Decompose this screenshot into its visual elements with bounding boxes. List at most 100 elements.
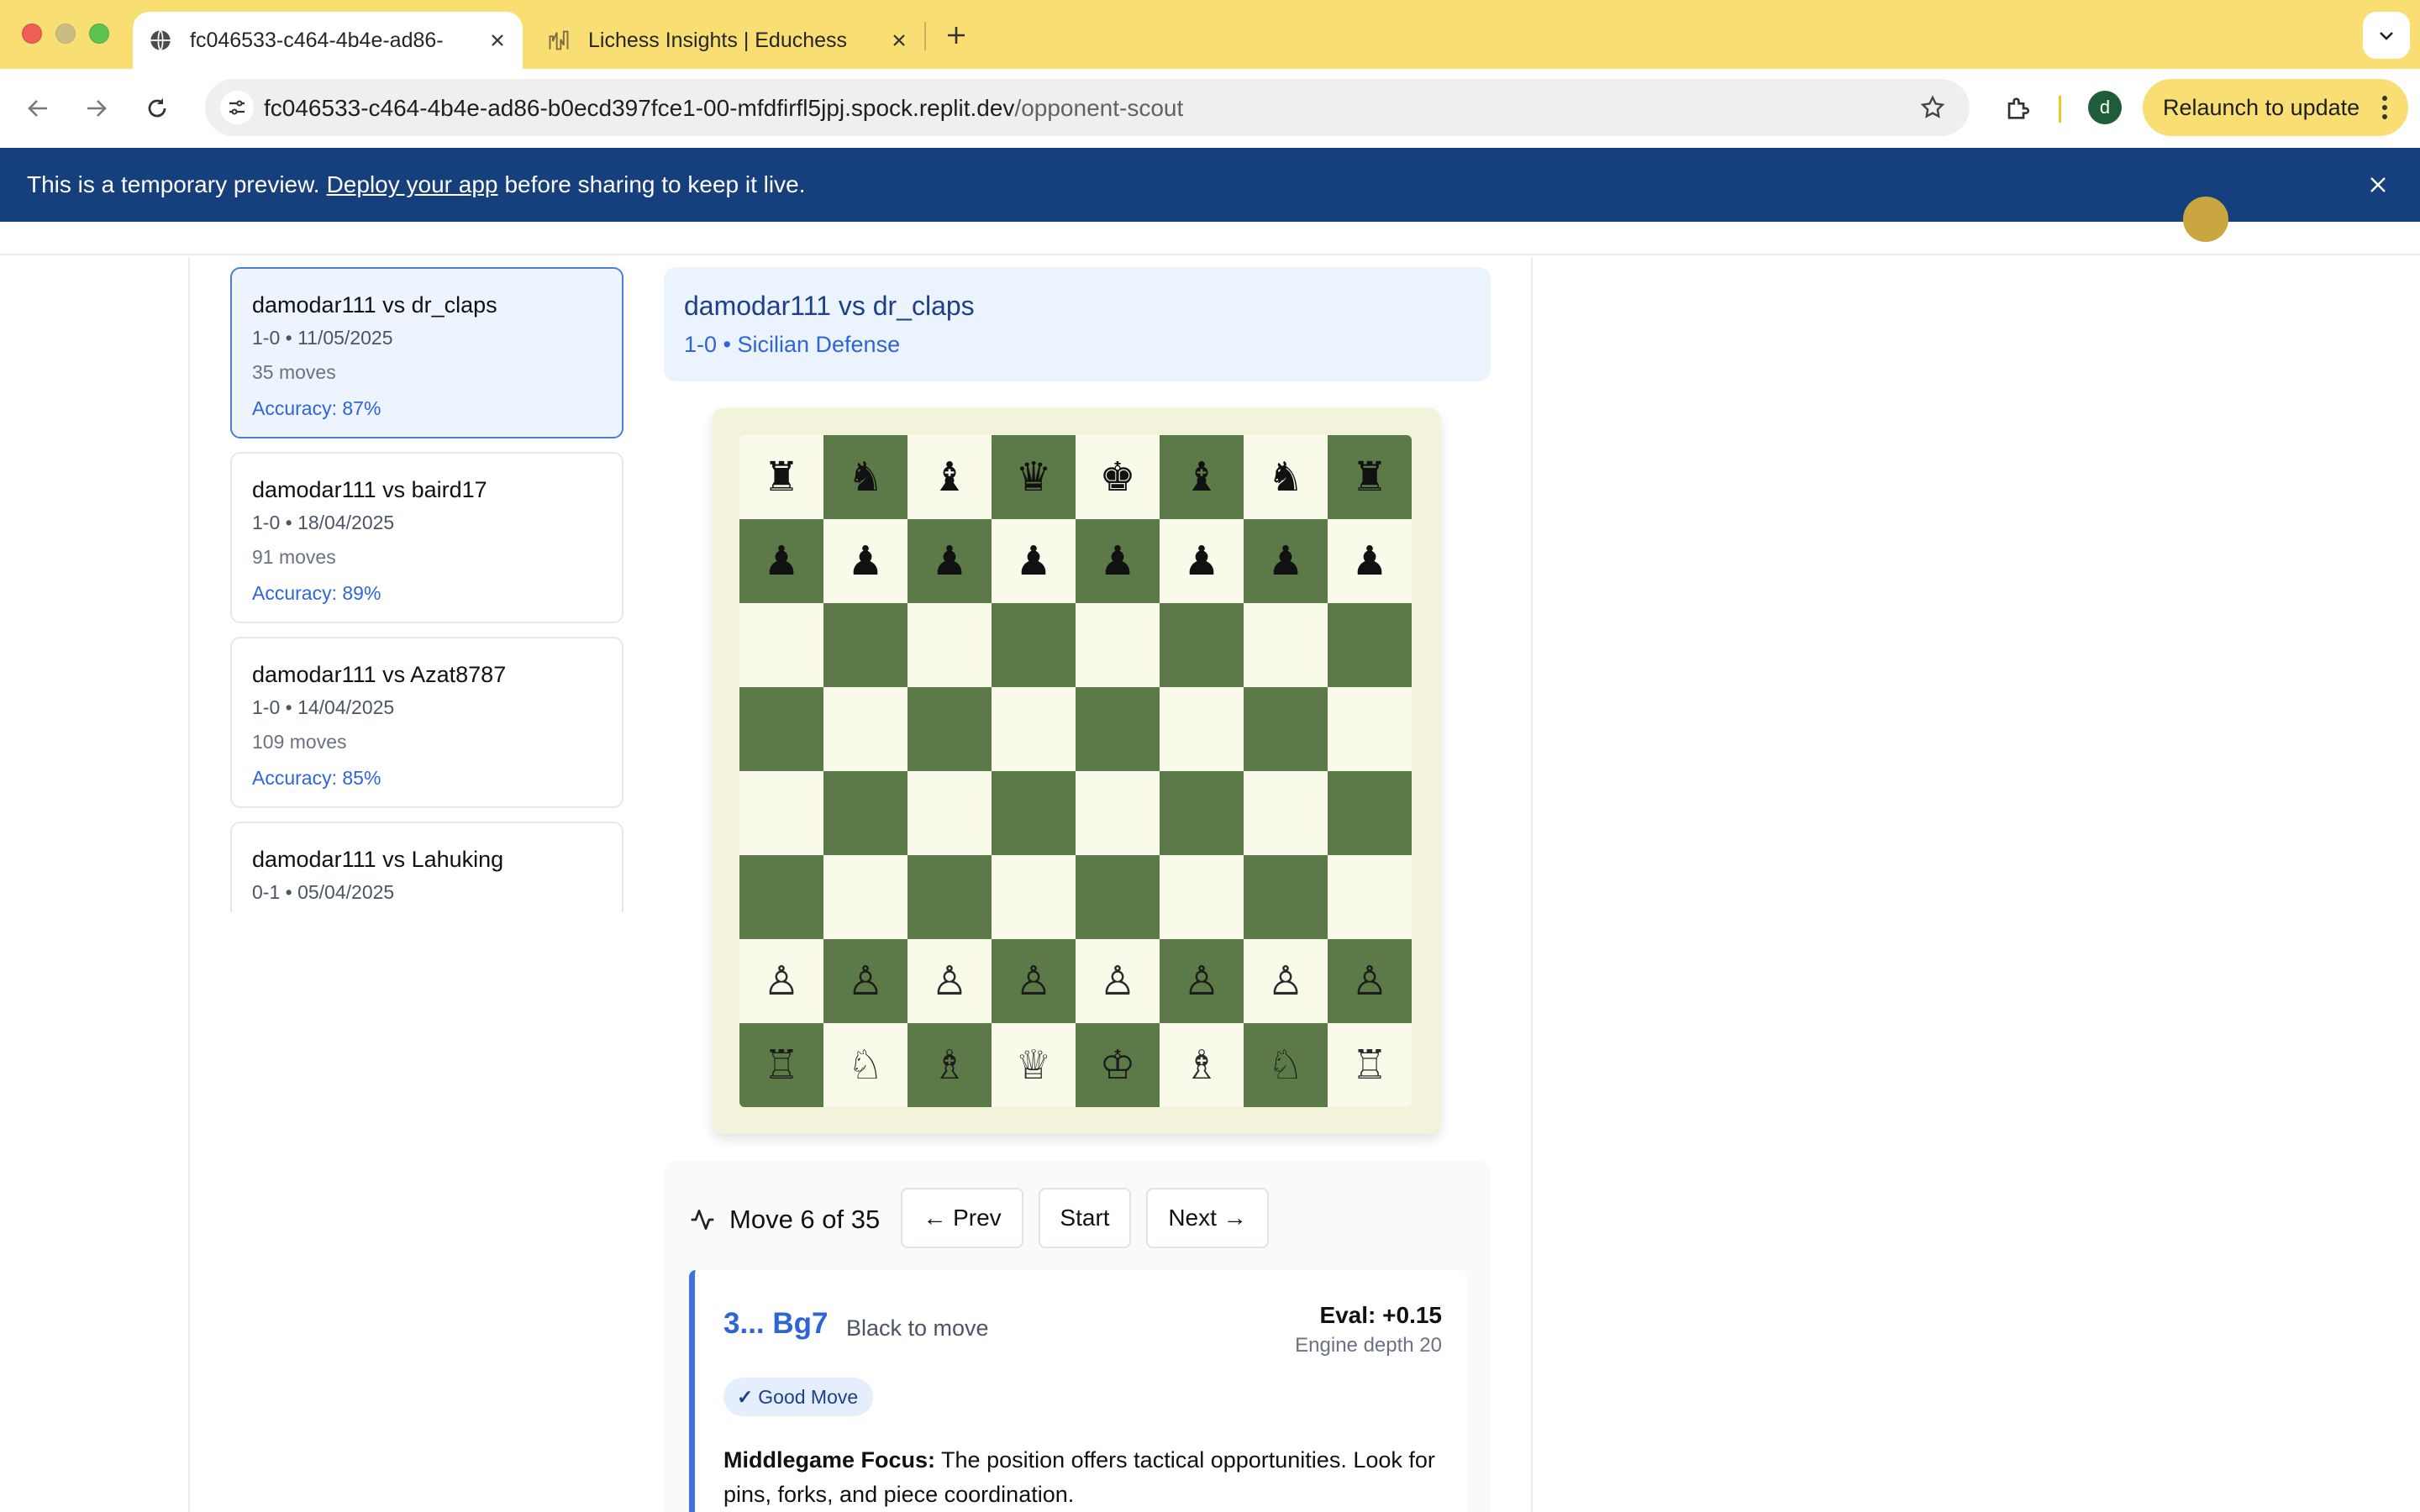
square-b6[interactable] (823, 603, 908, 687)
square-d2[interactable]: ♙ (992, 939, 1076, 1023)
more-vertical-icon[interactable] (2376, 91, 2393, 124)
square-c3[interactable] (908, 855, 992, 939)
square-e1[interactable]: ♔ (1076, 1023, 1160, 1107)
square-a7[interactable]: ♟ (739, 519, 823, 603)
square-e8[interactable]: ♚ (1076, 435, 1160, 519)
window-minimize-button[interactable] (55, 24, 76, 44)
chess-piece[interactable]: ♟ (1099, 541, 1135, 581)
square-h4[interactable] (1328, 771, 1412, 855)
square-b4[interactable] (823, 771, 908, 855)
square-a2[interactable]: ♙ (739, 939, 823, 1023)
browser-tab-active[interactable]: fc046533-c464-4b4e-ad86- (133, 12, 523, 69)
start-button[interactable]: Start (1039, 1188, 1131, 1248)
tab-close-icon[interactable] (884, 25, 914, 55)
square-c2[interactable]: ♙ (908, 939, 992, 1023)
chess-piece[interactable]: ♔ (1099, 1045, 1135, 1085)
square-a1[interactable]: ♖ (739, 1023, 823, 1107)
square-b7[interactable]: ♟ (823, 519, 908, 603)
chess-piece[interactable]: ♖ (763, 1045, 799, 1085)
square-a5[interactable] (739, 687, 823, 771)
user-avatar[interactable] (2183, 197, 2228, 242)
square-d1[interactable]: ♕ (992, 1023, 1076, 1107)
square-f8[interactable]: ♝ (1160, 435, 1244, 519)
square-d3[interactable] (992, 855, 1076, 939)
reload-icon[interactable] (138, 89, 176, 128)
chess-piece[interactable]: ♟ (847, 541, 883, 581)
square-f6[interactable] (1160, 603, 1244, 687)
square-d6[interactable] (992, 603, 1076, 687)
prev-move-button[interactable]: ← Prev (901, 1188, 1023, 1248)
chess-piece[interactable]: ♘ (847, 1045, 883, 1085)
chess-piece[interactable]: ♝ (931, 457, 967, 497)
square-f1[interactable]: ♗ (1160, 1023, 1244, 1107)
square-h1[interactable]: ♖ (1328, 1023, 1412, 1107)
tab-search-chevron-icon[interactable] (2363, 12, 2410, 59)
chess-piece[interactable]: ♛ (1015, 457, 1051, 497)
square-g2[interactable]: ♙ (1244, 939, 1328, 1023)
square-e2[interactable]: ♙ (1076, 939, 1160, 1023)
chess-piece[interactable]: ♚ (1099, 457, 1135, 497)
square-b1[interactable]: ♘ (823, 1023, 908, 1107)
chess-piece[interactable]: ♙ (763, 961, 799, 1001)
square-h6[interactable] (1328, 603, 1412, 687)
square-d5[interactable] (992, 687, 1076, 771)
back-arrow-icon[interactable] (18, 89, 57, 128)
chess-piece[interactable]: ♜ (763, 457, 799, 497)
window-maximize-button[interactable] (89, 24, 109, 44)
square-h5[interactable] (1328, 687, 1412, 771)
chess-piece[interactable]: ♟ (1267, 541, 1303, 581)
address-bar[interactable]: fc046533-c464-4b4e-ad86-b0ecd397fce1-00-… (205, 79, 1970, 136)
chess-piece[interactable]: ♜ (1351, 457, 1387, 497)
deploy-app-link[interactable]: Deploy your app (327, 171, 498, 198)
square-b2[interactable]: ♙ (823, 939, 908, 1023)
window-close-button[interactable] (22, 24, 42, 44)
square-b3[interactable] (823, 855, 908, 939)
square-c5[interactable] (908, 687, 992, 771)
square-c1[interactable]: ♗ (908, 1023, 992, 1107)
relaunch-to-update-button[interactable]: Relaunch to update (2143, 79, 2408, 136)
square-c6[interactable] (908, 603, 992, 687)
site-settings-icon[interactable] (220, 91, 254, 124)
square-d4[interactable] (992, 771, 1076, 855)
square-h3[interactable] (1328, 855, 1412, 939)
game-card[interactable]: damodar111 vs Azat8787 1-0 • 14/04/2025 … (230, 637, 623, 808)
square-e5[interactable] (1076, 687, 1160, 771)
chess-piece[interactable]: ♟ (931, 541, 967, 581)
next-move-button[interactable]: Next → (1146, 1188, 1269, 1248)
game-card[interactable]: damodar111 vs baird17 1-0 • 18/04/2025 9… (230, 452, 623, 623)
square-e7[interactable]: ♟ (1076, 519, 1160, 603)
new-tab-icon[interactable] (938, 17, 975, 54)
profile-avatar[interactable]: d (2088, 91, 2122, 124)
square-d7[interactable]: ♟ (992, 519, 1076, 603)
square-b8[interactable]: ♞ (823, 435, 908, 519)
square-g1[interactable]: ♘ (1244, 1023, 1328, 1107)
square-h2[interactable]: ♙ (1328, 939, 1412, 1023)
square-h7[interactable]: ♟ (1328, 519, 1412, 603)
square-f7[interactable]: ♟ (1160, 519, 1244, 603)
chess-piece[interactable]: ♙ (931, 961, 967, 1001)
square-a4[interactable] (739, 771, 823, 855)
square-c7[interactable]: ♟ (908, 519, 992, 603)
square-g7[interactable]: ♟ (1244, 519, 1328, 603)
chess-piece[interactable]: ♙ (1099, 961, 1135, 1001)
square-g3[interactable] (1244, 855, 1328, 939)
square-e3[interactable] (1076, 855, 1160, 939)
chess-piece[interactable]: ♙ (1351, 961, 1387, 1001)
chess-piece[interactable]: ♟ (763, 541, 799, 581)
bookmark-star-icon[interactable] (1918, 92, 1948, 123)
square-f5[interactable] (1160, 687, 1244, 771)
square-d8[interactable]: ♛ (992, 435, 1076, 519)
square-g4[interactable] (1244, 771, 1328, 855)
chess-piece[interactable]: ♙ (1267, 961, 1303, 1001)
forward-arrow-icon[interactable] (77, 89, 116, 128)
square-f3[interactable] (1160, 855, 1244, 939)
browser-tab-inactive[interactable]: Lichess Insights | Educhess (538, 12, 924, 69)
square-e6[interactable] (1076, 603, 1160, 687)
chess-piece[interactable]: ♘ (1267, 1045, 1303, 1085)
chess-piece[interactable]: ♗ (1183, 1045, 1219, 1085)
chess-piece[interactable]: ♝ (1183, 457, 1219, 497)
square-g5[interactable] (1244, 687, 1328, 771)
chess-piece[interactable]: ♟ (1351, 541, 1387, 581)
chess-piece[interactable]: ♙ (1015, 961, 1051, 1001)
square-a3[interactable] (739, 855, 823, 939)
